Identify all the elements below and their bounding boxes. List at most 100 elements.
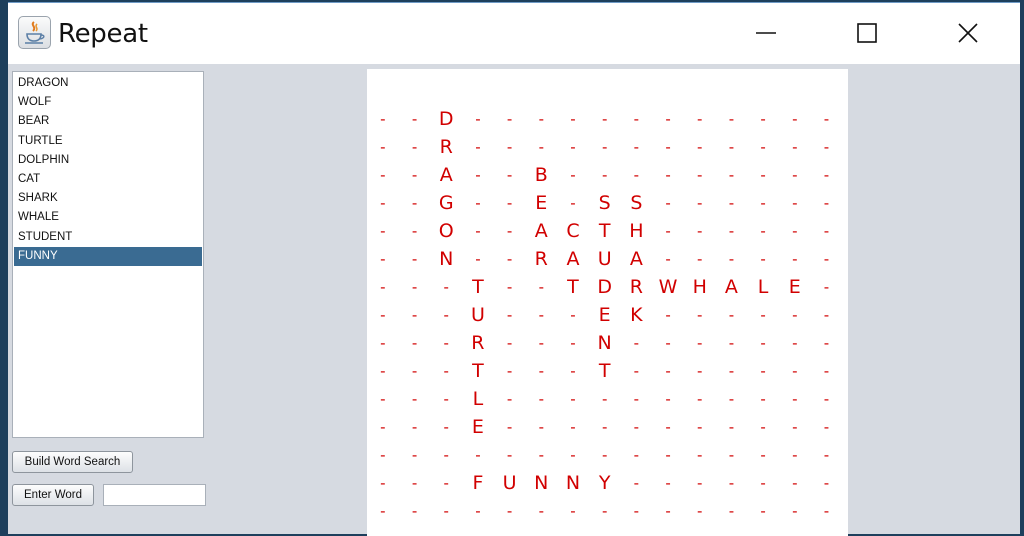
grid-cell-empty: - — [792, 306, 798, 324]
grid-cell-letter: N — [597, 332, 612, 354]
grid-cell-empty: - — [380, 474, 386, 492]
grid-cell-empty: - — [538, 138, 544, 156]
grid-cell-empty: - — [823, 474, 830, 492]
list-item[interactable]: BEAR — [13, 112, 203, 131]
grid-cell-empty: - — [411, 222, 418, 240]
grid-cell-empty: - — [538, 502, 544, 520]
grid-cell-empty: - — [728, 250, 735, 268]
grid-cell-empty: - — [823, 418, 830, 436]
grid-cell-empty: - — [665, 418, 671, 436]
maximize-icon — [857, 23, 877, 43]
grid-cell-empty: - — [601, 390, 608, 408]
enter-word-button[interactable]: Enter Word — [12, 484, 94, 506]
grid-cell-empty: - — [380, 502, 386, 520]
list-item[interactable]: DOLPHIN — [13, 151, 203, 170]
grid-cell-empty: - — [633, 138, 640, 156]
grid-cell-empty: - — [411, 166, 418, 184]
grid-cell-empty: - — [475, 250, 481, 268]
grid-cell-letter: N — [439, 248, 454, 270]
list-item[interactable]: SHARK — [13, 189, 203, 208]
grid-cell-empty: - — [380, 418, 386, 436]
grid-cell-letter: A — [534, 220, 548, 242]
close-button[interactable] — [945, 13, 991, 53]
grid-cell-empty: - — [665, 194, 671, 212]
grid-cell-empty: - — [538, 110, 544, 128]
list-item[interactable]: CAT — [13, 170, 203, 189]
grid-cell-empty: - — [823, 194, 830, 212]
list-item[interactable]: TURTLE — [13, 132, 203, 151]
grid-cell-empty: - — [570, 306, 576, 324]
grid-cell-empty: - — [792, 362, 798, 380]
grid-cell-empty: - — [665, 502, 671, 520]
grid-cell-empty: - — [760, 222, 766, 240]
build-word-search-button[interactable]: Build Word Search — [12, 451, 133, 473]
grid-cell-empty: - — [506, 502, 513, 520]
grid-cell-empty: - — [823, 334, 830, 352]
grid-cell-empty: - — [411, 138, 418, 156]
grid-cell-empty: - — [792, 390, 798, 408]
grid-cell-empty: - — [570, 502, 576, 520]
grid-cell-empty: - — [443, 474, 449, 492]
grid-cell-empty: - — [633, 166, 640, 184]
grid-cell-empty: - — [411, 306, 418, 324]
grid-cell-empty: - — [760, 502, 766, 520]
grid-cell-empty: - — [411, 334, 418, 352]
grid-cell-letter: E — [598, 304, 611, 326]
list-item[interactable]: WHALE — [13, 208, 203, 227]
grid-cell-empty: - — [570, 194, 576, 212]
list-item[interactable]: DRAGON — [13, 74, 203, 93]
grid-cell-empty: - — [538, 390, 544, 408]
grid-cell-empty: - — [443, 446, 449, 464]
grid-cell-empty: - — [633, 362, 640, 380]
grid-cell-empty: - — [823, 502, 830, 520]
grid-cell-empty: - — [411, 474, 418, 492]
grid-cell-empty: - — [601, 446, 608, 464]
grid-cell-empty: - — [633, 334, 640, 352]
grid-cell-empty: - — [380, 334, 386, 352]
word-list[interactable]: DRAGON WOLF BEAR TURTLE DOLPHIN CAT SHAR… — [12, 71, 204, 438]
title-bar[interactable]: Repeat — [8, 3, 1020, 64]
grid-cell-empty: - — [792, 446, 798, 464]
grid-cell-letter: U — [470, 304, 485, 326]
grid-cell-empty: - — [570, 334, 576, 352]
grid-cell-empty: - — [506, 362, 513, 380]
grid-cell-empty: - — [665, 334, 671, 352]
grid-cell-empty: - — [633, 110, 640, 128]
grid-cell-empty: - — [601, 138, 608, 156]
grid-cell-empty: - — [506, 138, 513, 156]
grid-cell-empty: - — [380, 390, 386, 408]
maximize-button[interactable] — [844, 13, 890, 53]
list-item[interactable]: WOLF — [13, 93, 203, 112]
grid-cell-empty: - — [760, 250, 766, 268]
grid-cell-empty: - — [475, 166, 481, 184]
grid-cell-empty: - — [633, 418, 640, 436]
grid-cell-empty: - — [728, 194, 735, 212]
grid-cell-empty: - — [538, 446, 544, 464]
grid-cell-empty: - — [697, 334, 703, 352]
minimize-button[interactable] — [743, 13, 789, 53]
grid-cell-empty: - — [792, 334, 798, 352]
grid-cell-empty: - — [728, 334, 735, 352]
grid-cell-empty: - — [443, 334, 449, 352]
grid-cell-empty: - — [411, 250, 418, 268]
grid-cell-empty: - — [380, 362, 386, 380]
grid-cell-empty: - — [760, 474, 766, 492]
grid-cell-empty: - — [728, 474, 735, 492]
grid-cell-empty: - — [823, 250, 830, 268]
app-window: Repeat DRAGON WOLF BEAR TURTLE DOLPHIN C… — [8, 2, 1020, 536]
grid-cell-empty: - — [728, 222, 735, 240]
list-item[interactable]: STUDENT — [13, 228, 203, 247]
grid-cell-letter: R — [439, 136, 453, 158]
grid-cell-empty: - — [665, 110, 671, 128]
grid-cell-letter: N — [534, 472, 549, 494]
grid-cell-empty: - — [792, 250, 798, 268]
grid-cell-empty: - — [506, 390, 513, 408]
grid-cell-letter: O — [438, 220, 454, 242]
grid-cell-empty: - — [792, 474, 798, 492]
grid-cell-empty: - — [760, 362, 766, 380]
word-input[interactable] — [103, 484, 206, 506]
grid-cell-empty: - — [665, 166, 671, 184]
grid-cell-letter: R — [471, 332, 485, 354]
grid-cell-empty: - — [411, 278, 418, 296]
list-item-selected[interactable]: FUNNY — [14, 246, 202, 266]
